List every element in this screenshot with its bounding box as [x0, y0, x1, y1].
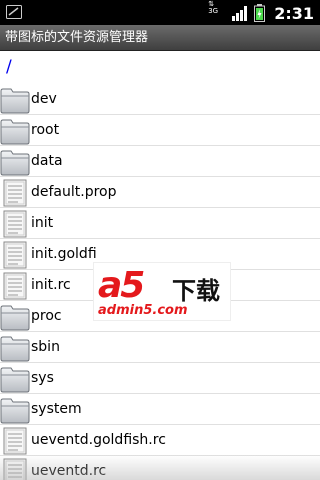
folder-icon	[0, 119, 30, 145]
file-list-item[interactable]: system	[0, 394, 320, 425]
file-name: default.prop	[31, 184, 117, 200]
file-name: root	[31, 122, 60, 138]
status-icons: ⇅ 3G 2:31	[208, 0, 314, 24]
file-name: init	[31, 215, 54, 231]
file-icon	[3, 458, 27, 480]
file-name: system	[31, 401, 82, 417]
folder-icon	[0, 150, 30, 176]
file-list-item[interactable]: ueventd.rc	[0, 456, 320, 480]
file-list-view[interactable]: / dev root data default.prop init init.g…	[0, 51, 320, 480]
file-name: init.rc	[31, 277, 71, 293]
status-bar: ⇅ 3G 2:31	[0, 0, 320, 25]
folder-icon	[0, 88, 30, 114]
file-icon	[3, 179, 27, 207]
file-list-item[interactable]: data	[0, 146, 320, 177]
file-name: proc	[31, 308, 62, 324]
file-icon	[3, 427, 27, 455]
folder-icon	[0, 367, 30, 393]
file-name: init.goldfi	[31, 246, 97, 262]
battery-icon	[254, 4, 266, 22]
file-name: ueventd.goldfish.rc	[31, 432, 166, 448]
app-title: 带图标的文件资源管理器	[5, 30, 149, 45]
file-list-item[interactable]: dev	[0, 84, 320, 115]
watermark-download: 下载	[172, 277, 220, 305]
folder-icon	[0, 398, 30, 424]
network-type: 3G	[208, 7, 219, 15]
file-icon	[3, 272, 27, 300]
file-name: dev	[31, 91, 57, 107]
file-name: ueventd.rc	[31, 463, 107, 479]
file-icon	[3, 241, 27, 269]
file-list-item[interactable]: root	[0, 115, 320, 146]
folder-icon	[0, 336, 30, 362]
file-name: sbin	[31, 339, 60, 355]
clock: 2:31	[274, 3, 314, 23]
file-list-item[interactable]: default.prop	[0, 177, 320, 208]
file-name: data	[31, 153, 63, 169]
folder-icon	[0, 305, 30, 331]
network-icon: ⇅ 3G	[208, 0, 219, 15]
current-path[interactable]: /	[0, 51, 320, 84]
app-title-bar: 带图标的文件资源管理器	[0, 25, 320, 51]
file-icon	[3, 210, 27, 238]
watermark-logo: a5 下载 admin5.com	[93, 262, 231, 321]
file-list-item[interactable]: sbin	[0, 332, 320, 363]
signal-icon	[232, 6, 248, 21]
file-list-item[interactable]: ueventd.goldfish.rc	[0, 425, 320, 456]
usb-icon	[6, 5, 22, 19]
file-name: sys	[31, 370, 54, 386]
watermark-brand: a5	[98, 265, 145, 306]
file-list-item[interactable]: init	[0, 208, 320, 239]
watermark-site: admin5.com	[98, 303, 188, 318]
file-list-item[interactable]: sys	[0, 363, 320, 394]
